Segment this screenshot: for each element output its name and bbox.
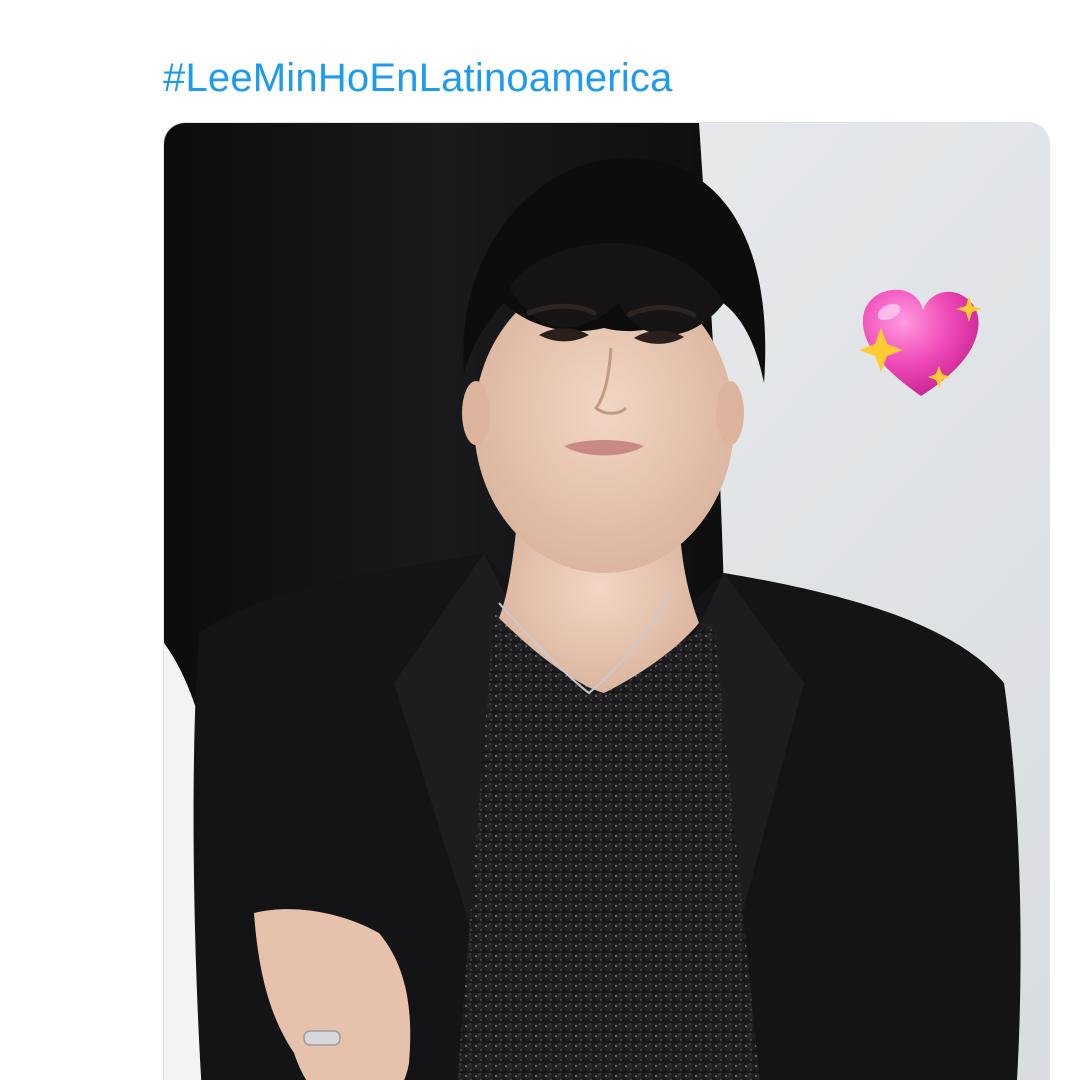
tweet-page: #LeeMinHoEnLatinoamerica [0,0,1080,1080]
tweet-photo[interactable] [163,122,1050,1080]
ring [303,1030,341,1046]
photo-illustration [164,123,1049,1080]
hashtag-link[interactable]: #LeeMinHoEnLatinoamerica [163,50,673,106]
